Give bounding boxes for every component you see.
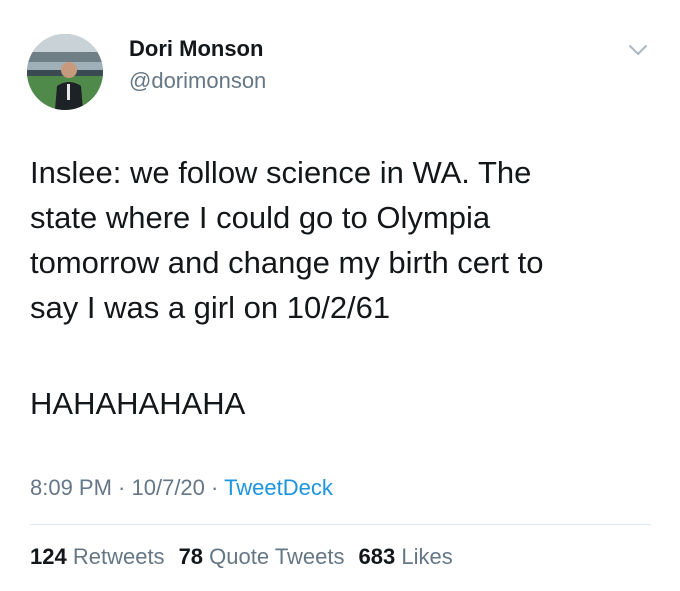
- quote-tweets-stat[interactable]: 78 Quote Tweets: [179, 544, 345, 569]
- quote-tweets-count: 78: [178, 544, 204, 569]
- profile-photo-icon: [27, 34, 103, 110]
- likes-label: Likes: [401, 544, 453, 569]
- tweet-text: Inslee: we follow science in WA. The sta…: [30, 155, 544, 325]
- tweet-stats: 124 Retweets 78 Quote Tweets 683 Likes: [30, 544, 467, 570]
- tweet-source-link[interactable]: TweetDeck: [224, 475, 333, 500]
- tweet-menu-button[interactable]: [624, 38, 652, 62]
- retweets-stat[interactable]: 124 Retweets: [30, 544, 165, 569]
- chevron-down-icon: [629, 45, 647, 55]
- avatar[interactable]: [27, 34, 103, 110]
- tweet-card: Dori Monson @dorimonson Inslee: we follo…: [0, 0, 680, 591]
- tweet-time[interactable]: 8:09 PM: [30, 475, 112, 500]
- meta-separator: ·: [204, 475, 225, 500]
- tweet-metadata: 8:09 PM · 10/7/20 · TweetDeck: [30, 475, 333, 501]
- retweets-count: 124: [30, 544, 67, 569]
- meta-separator: ·: [111, 475, 132, 500]
- retweets-label: Retweets: [72, 544, 165, 569]
- author-display-name[interactable]: Dori Monson: [129, 36, 263, 62]
- tweet-date[interactable]: 10/7/20: [132, 475, 205, 500]
- quote-tweets-label: Quote Tweets: [209, 544, 345, 569]
- author-handle[interactable]: @dorimonson: [129, 68, 266, 94]
- divider: [30, 524, 651, 525]
- likes-count: 683: [358, 544, 396, 569]
- tweet-text-second-paragraph: HAHAHAHAHA: [30, 386, 246, 421]
- likes-stat[interactable]: 683 Likes: [359, 544, 453, 569]
